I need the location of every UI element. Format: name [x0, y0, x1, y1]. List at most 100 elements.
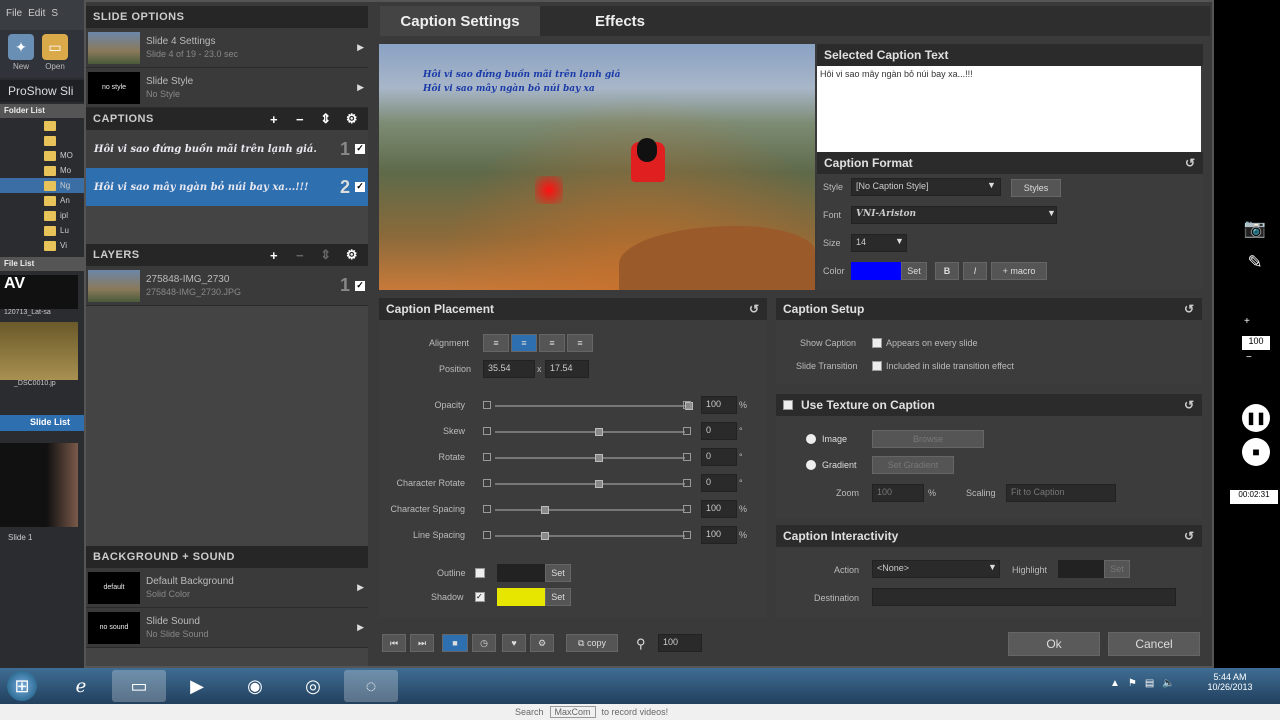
bg-folder-item[interactable]: MO — [0, 148, 86, 163]
reset-icon[interactable]: ↺ — [749, 302, 759, 316]
slider-max-box[interactable] — [683, 453, 691, 461]
ie-taskbar-icon[interactable]: ℯ — [54, 670, 108, 702]
next-slide-button[interactable]: ⏭ — [410, 634, 434, 652]
clock[interactable]: 5:44 AM 10/26/2013 — [1200, 672, 1260, 692]
bg-slide-thumb[interactable] — [0, 443, 78, 527]
layer-checkbox[interactable]: ✓ — [355, 280, 365, 291]
align-right-button[interactable]: ≡ — [539, 334, 565, 352]
caption-item-1[interactable]: Hôi vi sao đứng buồn mãi trên lạnh giá. 1… — [86, 130, 368, 168]
stop-icon[interactable]: ■ — [1242, 438, 1270, 466]
highlight-set-button[interactable]: Set — [1104, 560, 1130, 578]
slider-track[interactable] — [495, 402, 693, 410]
style-select[interactable]: [No Caption Style] — [851, 178, 1001, 196]
minus-icon[interactable]: − — [1246, 352, 1252, 363]
reset-icon[interactable]: ↺ — [1184, 398, 1194, 412]
gradient-radio[interactable] — [806, 460, 816, 470]
default-background-item[interactable]: default Default Background Solid Color ▶ — [86, 568, 368, 608]
stop-button[interactable]: ■ — [442, 634, 468, 652]
reorder-icon[interactable]: ⇕ — [316, 246, 336, 264]
outline-color-swatch[interactable] — [497, 564, 545, 582]
slider-min-box[interactable] — [483, 427, 491, 435]
set-gradient-button[interactable]: Set Gradient — [872, 456, 954, 474]
gear-icon[interactable]: ⚙ — [342, 246, 362, 264]
layer-item[interactable]: 275848-IMG_2730 275848-IMG_2730.JPG 1 ✓ — [86, 266, 368, 306]
position-y-field[interactable]: 17.54 — [545, 360, 589, 378]
tab-caption-settings[interactable]: Caption Settings — [380, 6, 540, 36]
slider-min-box[interactable] — [483, 453, 491, 461]
speaker-icon[interactable]: 🔈 — [1162, 678, 1174, 689]
slider-knob[interactable] — [595, 454, 603, 462]
texture-checkbox[interactable] — [783, 400, 793, 410]
zoom-level-field[interactable]: 100 — [658, 634, 702, 652]
italic-button[interactable]: I — [963, 262, 987, 280]
heart-icon[interactable]: ♥ — [502, 634, 526, 652]
slider-max-box[interactable] — [683, 401, 691, 409]
reset-icon[interactable]: ↺ — [1184, 529, 1194, 543]
gear-icon[interactable]: ⚙ — [342, 110, 362, 128]
macro-button[interactable]: + macro — [991, 262, 1047, 280]
ok-button[interactable]: Ok — [1008, 632, 1100, 656]
slider-track[interactable] — [495, 506, 685, 514]
flag-icon[interactable]: ⚑ — [1128, 678, 1137, 689]
bg-menu-edit[interactable]: Edit — [28, 8, 45, 22]
cancel-button[interactable]: Cancel — [1108, 632, 1200, 656]
caption-item-2[interactable]: Hôi vi sao mây ngàn bỏ núi bay xa...!!! 2… — [86, 168, 368, 206]
bg-menu-s[interactable]: S — [51, 8, 58, 22]
chrome-taskbar-icon[interactable]: ◎ — [286, 670, 340, 702]
align-justify-button[interactable]: ≡ — [567, 334, 593, 352]
bg-folder-item[interactable] — [0, 118, 86, 133]
outline-set-button[interactable]: Set — [545, 564, 571, 582]
slider-track[interactable] — [495, 454, 685, 462]
position-x-field[interactable]: 35.54 — [483, 360, 535, 378]
plus-icon[interactable]: + — [1244, 316, 1250, 327]
network-icon[interactable]: ▤ — [1145, 678, 1154, 689]
slide-transition-checkbox[interactable] — [872, 361, 882, 371]
scaling-select[interactable]: Fit to Caption — [1006, 484, 1116, 502]
chevron-down-icon[interactable]: ▼ — [988, 562, 997, 572]
slider-value-field[interactable]: 100 — [701, 526, 737, 544]
zoom-field[interactable]: 100 — [872, 484, 924, 502]
bg-slide-list-tab[interactable]: Slide List — [0, 415, 86, 431]
shadow-checkbox[interactable]: ✓ — [475, 592, 485, 602]
bg-folder-item[interactable]: Lu — [0, 223, 86, 238]
align-left-button[interactable]: ≡ — [483, 334, 509, 352]
slider-max-box[interactable] — [683, 531, 691, 539]
slider-max-box[interactable] — [683, 427, 691, 435]
strip-field[interactable]: MaxCom — [549, 706, 596, 718]
slider-knob[interactable] — [541, 532, 549, 540]
slider-track[interactable] — [495, 480, 685, 488]
pause-icon[interactable]: ❚❚ — [1242, 404, 1270, 432]
slider-knob[interactable] — [595, 480, 603, 488]
camera-icon[interactable]: 📷 — [1240, 216, 1270, 240]
show-caption-checkbox[interactable] — [872, 338, 882, 348]
caption-checkbox[interactable]: ✓ — [355, 182, 365, 192]
bg-open-button[interactable]: ▭ Open — [42, 34, 68, 74]
highlight-color-swatch[interactable] — [1058, 560, 1104, 578]
slider-value-field[interactable]: 0 — [701, 474, 737, 492]
bg-folder-item[interactable]: Ng — [0, 178, 86, 193]
color-set-button[interactable]: Set — [901, 262, 927, 280]
proshow-taskbar-icon[interactable]: ◌ — [344, 670, 398, 702]
destination-field[interactable] — [872, 588, 1176, 606]
font-select[interactable]: VNI-Ariston — [851, 206, 1057, 224]
slide-settings-item[interactable]: Slide 4 Settings Slide 4 of 19 - 23.0 sec… — [86, 28, 368, 68]
slider-max-box[interactable] — [683, 505, 691, 513]
chevron-down-icon[interactable]: ▼ — [895, 236, 904, 246]
slider-value-field[interactable]: 0 — [701, 422, 737, 440]
copy-button[interactable]: ⧉ copy — [566, 634, 618, 652]
caption-text-area[interactable]: Hôi vi sao mây ngàn bỏ núi bay xa...!!! — [817, 66, 1201, 152]
chevron-down-icon[interactable]: ▼ — [1047, 208, 1056, 218]
slider-track[interactable] — [495, 532, 685, 540]
bg-file-thumb[interactable]: AV — [0, 275, 78, 309]
first-slide-button[interactable]: ⏮ — [382, 634, 406, 652]
caption-checkbox[interactable]: ✓ — [355, 144, 365, 154]
start-button[interactable]: ⊞ — [0, 670, 44, 702]
color-swatch[interactable] — [851, 262, 901, 280]
firefox-taskbar-icon[interactable]: ◉ — [228, 670, 282, 702]
slider-min-box[interactable] — [483, 479, 491, 487]
shadow-color-swatch[interactable] — [497, 588, 545, 606]
slider-value-field[interactable]: 100 — [701, 500, 737, 518]
reset-icon[interactable]: ↺ — [1184, 302, 1194, 316]
slider-value-field[interactable]: 100 — [701, 396, 737, 414]
slider-min-box[interactable] — [483, 505, 491, 513]
